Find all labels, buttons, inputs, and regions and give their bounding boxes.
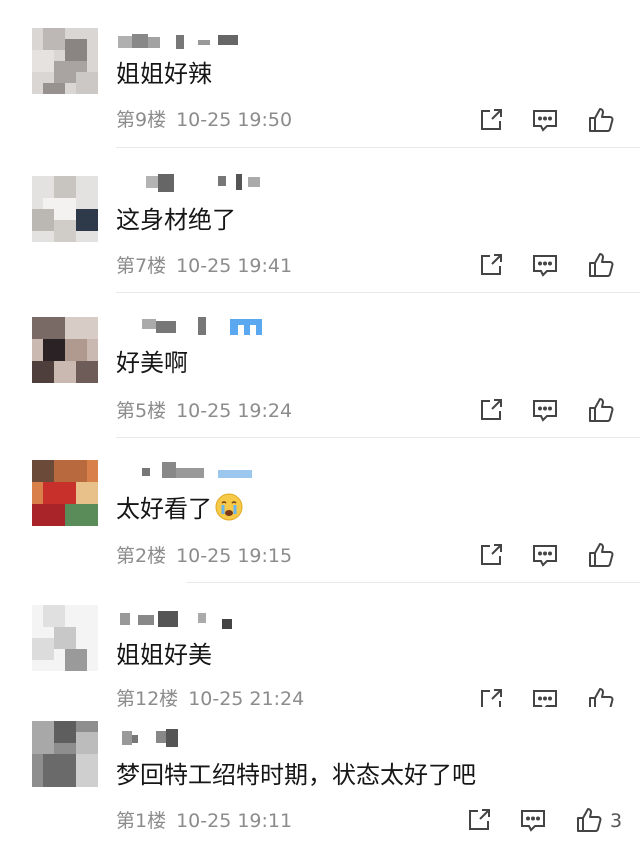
comment-icon [533,255,557,277]
comment-text: 好美啊 [116,349,188,377]
comment-icon [533,110,557,132]
thumbs-up-icon [589,108,614,132]
thumbs-up-icon [589,398,614,422]
timestamp: 10-25 19:41 [176,255,293,277]
thumbs-up-icon [577,808,602,832]
share-button[interactable] [476,250,506,280]
share-icon [481,109,502,130]
comment-text: 姐姐好美 [116,641,212,669]
username-pixelated[interactable] [118,611,268,631]
comment-icon [533,690,557,707]
reply-button[interactable] [518,805,548,835]
comment-meta: 第9楼 10-25 19:50 [116,108,292,132]
share-icon [481,399,502,420]
like-button[interactable] [574,805,604,835]
comment-icon [533,545,557,567]
share-icon [469,809,490,830]
comment-item: 姐姐好美 第12楼 10-25 21:24 [0,583,640,707]
reply-button[interactable] [530,540,560,570]
thumbs-up-icon [589,688,614,707]
comment-icon [533,400,557,422]
timestamp: 10-25 19:24 [176,400,293,422]
like-button[interactable] [586,250,616,280]
username-pixelated[interactable] [118,729,198,749]
avatar[interactable] [32,317,98,383]
share-icon [481,254,502,275]
thumbs-up-icon [589,543,614,567]
comment-icon [521,810,545,832]
avatar[interactable] [32,460,98,526]
share-button[interactable] [476,685,506,707]
share-icon [481,689,502,707]
comment-text: 太好看了 [116,492,244,530]
comment-item: 梦回特工绍特时期，状态太好了吧 第1楼 10-25 19:11 3 [0,707,640,854]
comment-meta: 第7楼 10-25 19:41 [116,254,292,278]
share-button[interactable] [476,540,506,570]
comment-meta: 第5楼 10-25 19:24 [116,399,292,423]
floor-label: 第9楼 [116,109,167,131]
username-pixelated[interactable] [118,462,268,482]
share-button[interactable] [476,105,506,135]
like-button[interactable] [586,395,616,425]
timestamp: 10-25 19:11 [176,810,293,832]
floor-label: 第2楼 [116,545,167,567]
reply-button[interactable] [530,250,560,280]
comment-meta: 第1楼 10-25 19:11 [116,809,292,833]
comment-meta: 第2楼 10-25 19:15 [116,544,292,568]
floor-label: 第1楼 [116,810,167,832]
crying-face-emoji [214,492,244,530]
avatar[interactable] [32,605,98,671]
share-button[interactable] [464,805,494,835]
like-count: 3 [610,810,623,832]
thumbs-up-icon [589,253,614,277]
comment-text: 这身材绝了 [116,206,236,234]
comment-item: 姐姐好辣 第9楼 10-25 19:50 [0,0,640,148]
reply-button[interactable] [530,105,560,135]
floor-label: 第5楼 [116,400,167,422]
floor-label: 第12楼 [116,688,179,707]
like-button[interactable] [586,105,616,135]
username-pixelated[interactable] [118,32,248,52]
avatar[interactable] [32,721,98,787]
timestamp: 10-25 19:15 [176,545,293,567]
like-button[interactable] [586,540,616,570]
timestamp: 10-25 21:24 [188,688,305,707]
username-pixelated[interactable] [118,317,268,337]
like-button[interactable] [586,685,616,707]
comment-item: 这身材绝了 第7楼 10-25 19:41 [0,148,640,293]
share-button[interactable] [476,395,506,425]
comment-item: 好美啊 第5楼 10-25 19:24 [0,293,640,438]
comment-text: 姐姐好辣 [116,60,212,88]
timestamp: 10-25 19:50 [176,109,293,131]
avatar[interactable] [32,176,98,242]
comment-meta: 第12楼 10-25 21:24 [116,687,304,707]
comment-feed: 姐姐好辣 第9楼 10-25 19:50 这身材绝了 第7楼 10-25 19:41 [0,0,640,854]
username-pixelated[interactable] [118,174,268,194]
reply-button[interactable] [530,395,560,425]
comment-item: 太好看了 第2楼 10-25 19:15 [0,438,640,583]
comment-text-body: 太好看了 [116,495,212,523]
floor-label: 第7楼 [116,255,167,277]
reply-button[interactable] [530,685,560,707]
avatar[interactable] [32,28,98,94]
comment-text: 梦回特工绍特时期，状态太好了吧 [116,761,476,789]
share-icon [481,544,502,565]
